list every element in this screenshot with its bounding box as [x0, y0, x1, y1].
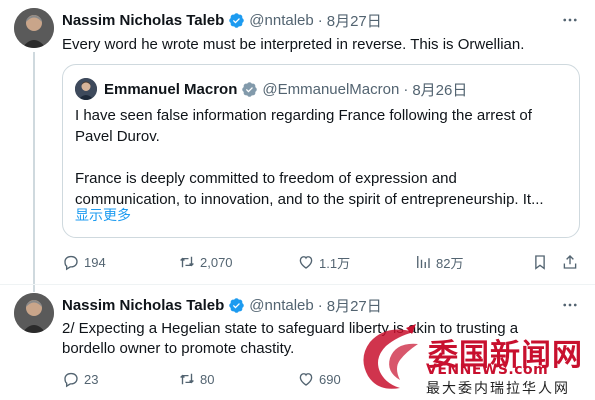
dragon-logo-icon: [363, 324, 418, 389]
avatar-photo-icon: [14, 8, 54, 48]
quoted-tweet[interactable]: Emmanuel Macron @EmmanuelMacron · 8月26日 …: [62, 64, 580, 238]
tweet-timestamp[interactable]: 8月27日: [327, 295, 382, 316]
like-button[interactable]: 690: [297, 368, 341, 390]
quoted-text-line: communication, to innovation, and to the…: [75, 191, 544, 208]
more-options-button[interactable]: [559, 10, 581, 30]
tweet-text: Every word he wrote must be interpreted …: [62, 36, 525, 53]
reply-button[interactable]: 194: [62, 251, 106, 273]
quoted-author-name[interactable]: Emmanuel Macron: [104, 81, 237, 98]
quoted-text-line: Pavel Durov.: [75, 128, 160, 145]
repost-count: 80: [200, 371, 215, 387]
heart-icon: [299, 256, 313, 269]
verified-badge-icon: [242, 81, 258, 97]
verified-badge-icon: [229, 297, 245, 313]
author-name[interactable]: Nassim Nicholas Taleb: [62, 12, 224, 29]
tweet-header: Nassim Nicholas Taleb @nntaleb · 8月27日: [62, 10, 382, 30]
watermark-subtitle: 最大委内瑞拉华人网: [426, 381, 570, 397]
author-handle[interactable]: @nntaleb: [249, 297, 313, 314]
repost-count: 2,070: [200, 254, 233, 270]
quoted-tweet-timestamp[interactable]: 8月26日: [412, 79, 467, 100]
views-count: 82万: [436, 255, 464, 271]
repost-button[interactable]: 80: [178, 368, 214, 390]
share-upload-icon: [563, 255, 577, 269]
avatar-photo-icon: [75, 78, 97, 100]
reply-button[interactable]: 23: [62, 368, 98, 390]
separator-dot: ·: [317, 11, 323, 29]
more-dots-icon: [563, 303, 577, 307]
repost-arrows-icon: [180, 256, 194, 268]
separator-dot: ·: [317, 296, 323, 314]
bookmark-icon: [535, 255, 545, 270]
author-avatar[interactable]: [14, 293, 54, 333]
reply-bubble-icon: [64, 255, 78, 271]
separator-dot: ·: [403, 80, 409, 98]
reply-count: 194: [84, 254, 106, 270]
more-dots-icon: [563, 18, 577, 22]
like-button[interactable]: 1.1万: [297, 251, 350, 273]
like-count: 1.1万: [319, 255, 351, 271]
tweet-1[interactable]: Nassim Nicholas Taleb @nntaleb · 8月27日 E…: [0, 0, 595, 292]
tweet-timestamp[interactable]: 8月27日: [327, 10, 382, 31]
reply-count: 23: [84, 371, 99, 387]
tweet-header: Nassim Nicholas Taleb @nntaleb · 8月27日: [62, 295, 382, 315]
quoted-text-line: I have seen false information regarding …: [75, 107, 532, 124]
verified-badge-icon: [229, 12, 245, 28]
more-options-button[interactable]: [559, 295, 581, 315]
repost-button[interactable]: 2,070: [178, 251, 233, 273]
watermark-domain: VENNEWS.com: [426, 362, 549, 378]
like-count: 690: [319, 371, 341, 387]
share-button[interactable]: [561, 251, 579, 273]
quoted-tweet-text: I have seen false information regarding …: [75, 105, 575, 210]
reply-bubble-icon: [64, 372, 78, 388]
views-button[interactable]: 82万: [414, 251, 463, 273]
quoted-author-avatar[interactable]: [75, 78, 97, 100]
bookmark-button[interactable]: [531, 251, 549, 273]
quoted-text-line: France is deeply committed to freedom of…: [75, 170, 457, 187]
author-avatar[interactable]: [14, 8, 54, 48]
author-handle[interactable]: @nntaleb: [249, 12, 313, 29]
quoted-tweet-header: Emmanuel Macron @EmmanuelMacron · 8月26日: [104, 78, 467, 100]
avatar-photo-icon: [14, 293, 54, 333]
thread-connector-line: [33, 52, 35, 292]
quoted-author-handle[interactable]: @EmmanuelMacron: [262, 81, 399, 98]
repost-arrows-icon: [180, 373, 194, 385]
show-more-link[interactable]: 显示更多: [75, 205, 131, 225]
author-name[interactable]: Nassim Nicholas Taleb: [62, 297, 224, 314]
site-watermark: 委国新闻网 VENNEWS.com 最大委内瑞拉华人网: [356, 322, 591, 398]
views-bar-chart-icon: [417, 256, 430, 268]
heart-icon: [299, 373, 313, 386]
